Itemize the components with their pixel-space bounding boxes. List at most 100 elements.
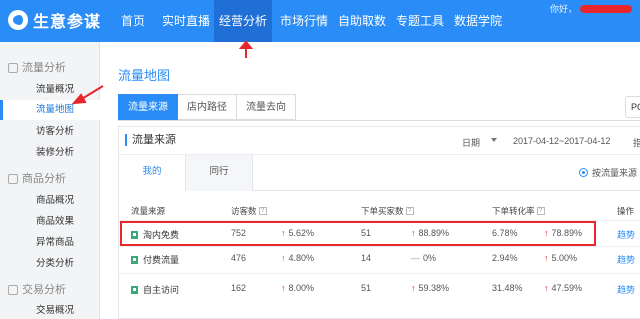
- rate-change: ↑ 5.00%: [544, 253, 577, 263]
- expand-icon[interactable]: [131, 285, 138, 294]
- change-value: 0%: [423, 253, 437, 263]
- sidebar-item-trade-overview[interactable]: 交易概况: [0, 301, 100, 319]
- table-row[interactable]: 自主访问 162 ↑ 8.00% 51 ↑ 59.38% 31.48% ↑ 47.59…: [119, 277, 640, 301]
- nav-item-market[interactable]: 市场行情: [278, 0, 330, 42]
- nav-item-live[interactable]: 实时直播: [158, 0, 214, 42]
- nav-item-business-analysis[interactable]: 经营分析: [214, 0, 272, 42]
- buyers-change: —0%: [411, 253, 436, 263]
- buyers-value: 51: [361, 283, 372, 293]
- buyers-change: ↑ 59.38%: [411, 283, 449, 293]
- source-label: 付费流量: [143, 255, 180, 265]
- product-icon: [8, 174, 18, 184]
- th-label: 访客数: [231, 206, 257, 216]
- traffic-icon: [8, 63, 18, 73]
- tab-traffic-destination[interactable]: 流量去向: [237, 94, 296, 120]
- th-conversion: 下单转化率?: [492, 205, 545, 217]
- sidebar-group-product: 商品分析: [0, 169, 100, 189]
- arrow-up-icon: ↑: [411, 283, 416, 293]
- top-nav-bar: 生意参谋 首页 实时直播 经营分析 市场行情 自助取数 专题工具 数据学院 你好…: [0, 0, 640, 42]
- sidebar-item-product-overview[interactable]: 商品概况: [0, 191, 100, 211]
- expand-icon[interactable]: [131, 255, 138, 264]
- logo[interactable]: 生意参谋: [8, 9, 101, 31]
- date-range[interactable]: 2017-04-12~2017-04-12: [513, 136, 610, 146]
- change-value: 5.00%: [551, 253, 578, 263]
- sidebar-item-category-analysis[interactable]: 分类分析: [0, 254, 100, 274]
- sidebar-item-abnormal-product[interactable]: 异常商品: [0, 233, 100, 253]
- sidebar-item-product-effect[interactable]: 商品效果: [0, 212, 100, 232]
- th-visitors: 访客数?: [231, 205, 267, 217]
- main-content: 流量地图 流量来源 店内路径 流量去向 PC 流量来源 日期 2017-04-1…: [101, 42, 640, 319]
- visitors-change: ↑ 4.80%: [281, 253, 314, 263]
- rate-change: ↑ 47.59%: [544, 283, 582, 293]
- th-label: 操作: [617, 206, 635, 216]
- visitors-value: 476: [231, 253, 247, 263]
- rate-value: 2.94%: [492, 253, 518, 263]
- table-header: 流量来源 访客数? 下单买家数? 下单转化率? 操作: [119, 205, 640, 219]
- redacted-username: [580, 4, 632, 13]
- trend-link[interactable]: 趋势: [617, 253, 635, 266]
- sidebar-item-visitor-analysis[interactable]: 访客分析: [0, 122, 100, 142]
- dash-icon: —: [411, 253, 420, 263]
- change-value: 4.80%: [288, 253, 315, 263]
- arrow-up-icon: ↑: [281, 253, 286, 263]
- by-source-option[interactable]: 按流量来源: [579, 166, 637, 179]
- th-label: 流量来源: [131, 206, 166, 216]
- cart-icon: [8, 285, 18, 295]
- subtabs: 我的 同行 按流量来源: [119, 155, 640, 192]
- change-value: 59.38%: [418, 283, 450, 293]
- th-label: 下单买家数: [361, 206, 404, 216]
- source-label: 自主访问: [143, 285, 180, 295]
- arrow-up-icon: ↑: [544, 283, 549, 293]
- trend-link[interactable]: 趋势: [617, 283, 635, 296]
- rate-value: 31.48%: [492, 283, 523, 293]
- nav-item-home[interactable]: 首页: [114, 0, 152, 42]
- sidebar-item-traffic-overview[interactable]: 流量概况: [0, 80, 100, 100]
- page-title: 流量地图: [118, 68, 171, 83]
- th-action: 操作: [617, 205, 634, 217]
- annotation-highlight-box: [120, 221, 596, 246]
- change-value: 47.59%: [551, 283, 583, 293]
- nav-item-academy[interactable]: 数据学院: [452, 0, 504, 42]
- sidebar-item-traffic-map[interactable]: 流量地图: [0, 100, 100, 120]
- sidebar-group-label: 商品分析: [22, 173, 66, 185]
- date-selector[interactable]: 日期: [462, 136, 480, 149]
- help-icon[interactable]: ?: [405, 207, 414, 215]
- subtab-peer[interactable]: 同行: [186, 155, 253, 191]
- arrow-up-icon: ↑: [544, 253, 549, 263]
- sidebar-group-traffic: 流量分析: [0, 58, 100, 78]
- nav-item-self-service[interactable]: 自助取数: [336, 0, 388, 42]
- by-source-label: 按流量来源: [592, 168, 638, 178]
- th-source: 流量来源: [131, 205, 165, 217]
- sidebar: 流量分析 流量概况 流量地图 访客分析 装修分析 商品分析 商品概况 商品效果 …: [0, 42, 100, 319]
- tab-divider: [118, 120, 640, 121]
- buyers-value: 14: [361, 253, 372, 263]
- tab-traffic-source[interactable]: 流量来源: [118, 94, 178, 120]
- source-cell[interactable]: 自主访问: [131, 283, 179, 296]
- subtab-mine[interactable]: 我的: [119, 155, 186, 192]
- user-area[interactable]: 你好，: [550, 2, 632, 15]
- chevron-down-icon[interactable]: [491, 138, 497, 142]
- change-value: 8.00%: [288, 283, 315, 293]
- nav-item-tools[interactable]: 专题工具: [394, 0, 446, 42]
- arrow-up-icon: ↑: [281, 283, 286, 293]
- trend-link[interactable]: 趋势: [617, 228, 635, 241]
- tab-store-path[interactable]: 店内路径: [178, 94, 237, 120]
- sidebar-item-decoration-analysis[interactable]: 装修分析: [0, 143, 100, 163]
- source-cell[interactable]: 付费流量: [131, 253, 179, 266]
- help-icon[interactable]: ?: [258, 207, 267, 215]
- table-row[interactable]: 付费流量 476 ↑ 4.80% 14 —0% 2.94% ↑ 5.00% 趋势: [119, 247, 640, 271]
- sidebar-group-label: 交易分析: [22, 284, 66, 296]
- visitors-value: 162: [231, 283, 247, 293]
- main-tabs: 流量来源 店内路径 流量去向: [118, 94, 296, 120]
- th-buyers: 下单买家数?: [361, 205, 414, 217]
- user-greeting: 你好，: [549, 4, 577, 14]
- pc-button[interactable]: PC: [625, 96, 640, 118]
- radio-icon[interactable]: [579, 168, 588, 177]
- logo-icon: [8, 10, 28, 30]
- app-name: 生意参谋: [33, 14, 102, 31]
- help-icon[interactable]: ?: [536, 207, 545, 215]
- metric-selector[interactable]: 指: [633, 136, 640, 149]
- th-label: 下单转化率: [492, 206, 535, 216]
- row-divider: [119, 273, 640, 274]
- sidebar-group-trade: 交易分析: [0, 280, 100, 300]
